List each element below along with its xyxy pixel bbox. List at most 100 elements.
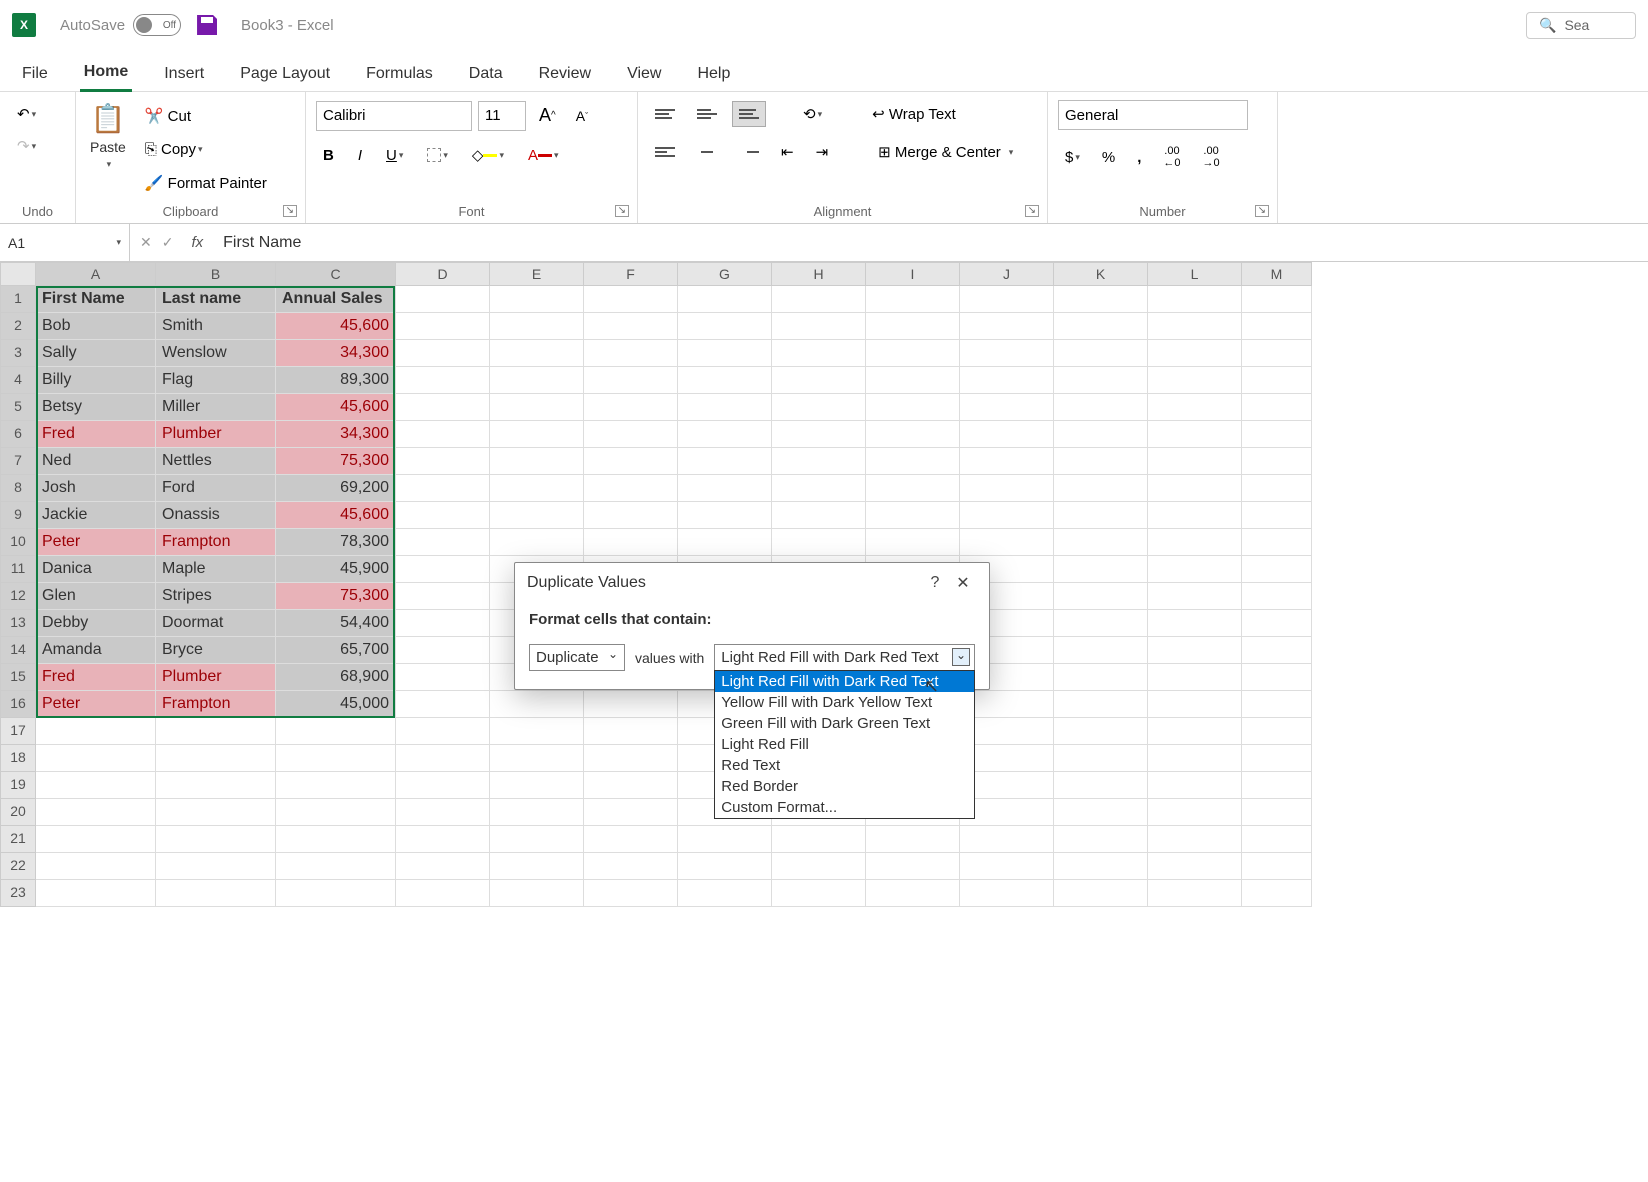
tab-home[interactable]: Home (80, 55, 132, 92)
cell[interactable] (584, 772, 678, 799)
cell[interactable] (584, 745, 678, 772)
cell[interactable] (1054, 718, 1148, 745)
cell[interactable] (960, 313, 1054, 340)
row-header[interactable]: 11 (0, 556, 36, 583)
cell[interactable] (866, 421, 960, 448)
cell[interactable] (1148, 313, 1242, 340)
cell[interactable] (1148, 340, 1242, 367)
cell[interactable] (1148, 583, 1242, 610)
cell[interactable]: Billy (36, 367, 156, 394)
cell[interactable] (396, 475, 490, 502)
comma-button[interactable]: , (1130, 144, 1148, 171)
cell[interactable] (678, 880, 772, 907)
cell[interactable] (1242, 394, 1312, 421)
fill-color-button[interactable]: ◇▾ (465, 141, 511, 169)
underline-button[interactable]: U▾ (379, 142, 410, 169)
cell[interactable] (396, 637, 490, 664)
cell[interactable] (1148, 826, 1242, 853)
search-box[interactable]: 🔍 Sea (1526, 12, 1636, 39)
cell[interactable] (678, 448, 772, 475)
cell[interactable] (396, 394, 490, 421)
cell[interactable] (276, 799, 396, 826)
cell[interactable] (490, 502, 584, 529)
cell[interactable] (1242, 880, 1312, 907)
cell[interactable] (490, 880, 584, 907)
row-header[interactable]: 6 (0, 421, 36, 448)
column-header-I[interactable]: I (866, 262, 960, 286)
cell[interactable] (960, 367, 1054, 394)
cell[interactable] (1054, 772, 1148, 799)
column-header-G[interactable]: G (678, 262, 772, 286)
cell[interactable]: Jackie (36, 502, 156, 529)
cell[interactable] (36, 718, 156, 745)
row-header[interactable]: 1 (0, 286, 36, 313)
cell[interactable] (678, 853, 772, 880)
align-left-button[interactable] (648, 139, 682, 165)
fx-icon[interactable]: fx (183, 234, 211, 251)
cell[interactable] (396, 772, 490, 799)
cell[interactable] (396, 313, 490, 340)
column-header-F[interactable]: F (584, 262, 678, 286)
increase-decimal-button[interactable]: .00←0 (1156, 140, 1187, 174)
cell[interactable] (960, 475, 1054, 502)
undo-button[interactable]: ↶▾ (10, 100, 43, 128)
row-header[interactable]: 21 (0, 826, 36, 853)
cell[interactable] (584, 853, 678, 880)
cell[interactable] (866, 340, 960, 367)
cell[interactable] (960, 448, 1054, 475)
cell[interactable] (960, 853, 1054, 880)
cancel-formula-icon[interactable]: ✕ (140, 234, 152, 251)
cell[interactable] (490, 448, 584, 475)
cell[interactable] (1148, 448, 1242, 475)
cell[interactable] (156, 772, 276, 799)
cell[interactable]: Plumber (156, 421, 276, 448)
cell[interactable]: 78,300 (276, 529, 396, 556)
cell[interactable] (1054, 799, 1148, 826)
cell[interactable] (156, 880, 276, 907)
cell[interactable] (1242, 475, 1312, 502)
save-icon[interactable] (197, 15, 217, 35)
row-header[interactable]: 13 (0, 610, 36, 637)
cell[interactable] (678, 394, 772, 421)
cell[interactable]: 65,700 (276, 637, 396, 664)
tab-help[interactable]: Help (693, 57, 734, 91)
cell[interactable] (1054, 583, 1148, 610)
format-painter-button[interactable]: 🖌️ Format Painter (138, 169, 274, 197)
cell[interactable] (678, 421, 772, 448)
cell[interactable] (396, 286, 490, 313)
row-header[interactable]: 14 (0, 637, 36, 664)
cell[interactable] (1148, 529, 1242, 556)
cell[interactable] (1148, 772, 1242, 799)
cell[interactable] (1242, 448, 1312, 475)
cell[interactable] (584, 313, 678, 340)
cell[interactable] (678, 529, 772, 556)
cell[interactable] (584, 529, 678, 556)
dropdown-option[interactable]: Red Text (715, 755, 974, 776)
cell[interactable]: Bob (36, 313, 156, 340)
decrease-font-button[interactable]: Aˇ (569, 103, 595, 129)
column-header-M[interactable]: M (1242, 262, 1312, 286)
row-header[interactable]: 20 (0, 799, 36, 826)
row-header[interactable]: 18 (0, 745, 36, 772)
bold-button[interactable]: B (316, 142, 341, 169)
row-header[interactable]: 19 (0, 772, 36, 799)
cell[interactable] (36, 745, 156, 772)
tab-file[interactable]: File (18, 57, 52, 91)
cell[interactable] (960, 880, 1054, 907)
cell[interactable] (1054, 421, 1148, 448)
row-header[interactable]: 16 (0, 691, 36, 718)
cell[interactable] (1242, 799, 1312, 826)
align-top-button[interactable] (648, 101, 682, 127)
cell[interactable] (866, 394, 960, 421)
cell[interactable] (396, 799, 490, 826)
font-color-button[interactable]: A▾ (521, 142, 566, 169)
cell[interactable] (1242, 718, 1312, 745)
cell[interactable]: First Name (36, 286, 156, 313)
cell[interactable] (1242, 313, 1312, 340)
cell[interactable]: 34,300 (276, 340, 396, 367)
cell[interactable] (866, 286, 960, 313)
align-right-button[interactable] (732, 139, 766, 165)
row-header[interactable]: 15 (0, 664, 36, 691)
cell[interactable] (1148, 691, 1242, 718)
column-header-B[interactable]: B (156, 262, 276, 286)
